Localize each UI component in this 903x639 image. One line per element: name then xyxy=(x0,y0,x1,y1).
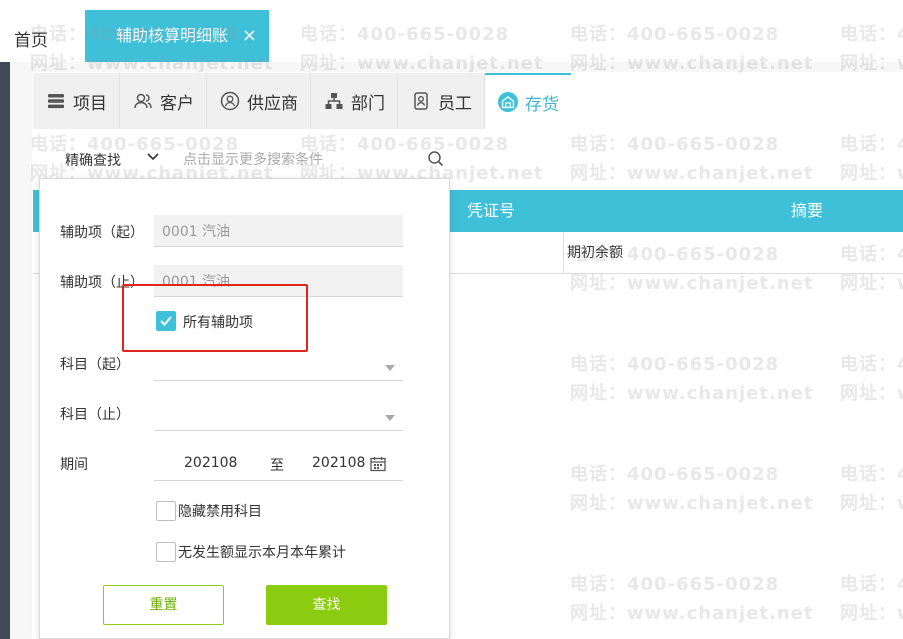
org-icon xyxy=(323,90,345,112)
aux-to-field[interactable] xyxy=(154,265,403,297)
period-from[interactable]: 202108 xyxy=(184,455,237,471)
all-aux-label: 所有辅助项 xyxy=(183,315,253,331)
hide-disabled-label: 隐藏禁用科目 xyxy=(178,504,262,520)
subject-from-label: 科目（起） xyxy=(60,357,130,373)
caret-down-icon xyxy=(385,359,395,375)
hide-disabled-checkbox[interactable] xyxy=(156,501,176,521)
tab-customer[interactable]: 客户 xyxy=(120,73,207,129)
tab-label: 客户 xyxy=(160,93,194,114)
list-icon xyxy=(45,90,67,112)
cell-summary: 期初余额 xyxy=(567,245,623,261)
warehouse-icon xyxy=(497,91,519,113)
col-voucher-no[interactable]: 凭证号 xyxy=(467,190,515,232)
tab-label: 存货 xyxy=(525,94,559,115)
search-input[interactable] xyxy=(183,148,423,172)
column-divider xyxy=(563,232,564,274)
tab-employee[interactable]: 员工 xyxy=(398,73,485,129)
tab-label: 部门 xyxy=(351,93,385,114)
period-label: 期间 xyxy=(60,457,88,473)
show-no-amount-label: 无发生额显示本月本年累计 xyxy=(178,545,346,561)
close-icon[interactable]: × xyxy=(242,10,257,62)
subject-to-select[interactable] xyxy=(154,397,403,431)
tab-label: 项目 xyxy=(73,93,107,114)
tab-department[interactable]: 部门 xyxy=(311,73,398,129)
all-aux-checkbox[interactable] xyxy=(156,311,176,331)
chevron-down-icon[interactable] xyxy=(145,148,161,168)
subject-from-row: 科目（起） xyxy=(40,343,451,383)
aux-to-label: 辅助项（止） xyxy=(60,275,144,291)
aux-from-label: 辅助项（起） xyxy=(60,225,144,241)
period-separator: 至 xyxy=(270,458,284,474)
supplier-icon xyxy=(219,90,241,112)
tab-project[interactable]: 项目 xyxy=(33,73,120,129)
users-icon xyxy=(132,90,154,112)
category-tabs: 项目 客户 供应商 部门 员工 存货 xyxy=(33,73,571,129)
col-summary[interactable]: 摘要 xyxy=(791,190,823,232)
left-strip xyxy=(0,62,10,639)
search-row: 精确查找 xyxy=(33,140,453,180)
period-range[interactable]: 202108 至 202108 xyxy=(154,447,403,481)
aux-from-field[interactable] xyxy=(154,215,403,247)
subject-from-select[interactable] xyxy=(154,347,403,381)
top-tab-bar: 首页 辅助核算明细账 × xyxy=(0,0,903,62)
search-mode-select[interactable]: 精确查找 xyxy=(65,150,121,170)
check-icon xyxy=(160,316,172,326)
period-to[interactable]: 202108 xyxy=(312,455,365,471)
filter-popup: 辅助项（起） 辅助项（止） 所有辅助项 科目（起） 科目（止） 期间 20210… xyxy=(39,178,450,639)
calendar-icon[interactable] xyxy=(370,456,386,476)
reset-button[interactable]: 重置 xyxy=(103,585,224,625)
search-icon[interactable] xyxy=(427,150,445,172)
find-button[interactable]: 查找 xyxy=(266,585,387,625)
tab-home[interactable]: 首页 xyxy=(14,26,48,51)
tab-label: 供应商 xyxy=(247,93,298,114)
tab-title: 辅助核算明细账 xyxy=(116,26,229,45)
aux-to-row: 辅助项（止） xyxy=(40,261,451,301)
caret-down-icon xyxy=(385,409,395,425)
tab-aux-detail-ledger[interactable]: 辅助核算明细账 × xyxy=(85,10,269,62)
tab-inventory[interactable]: 存货 xyxy=(485,73,571,129)
period-row: 期间 202108 至 202108 xyxy=(40,443,451,483)
aux-from-row: 辅助项（起） xyxy=(40,211,451,251)
badge-icon xyxy=(410,90,432,112)
tab-supplier[interactable]: 供应商 xyxy=(207,73,311,129)
subject-to-label: 科目（止） xyxy=(60,407,130,423)
tab-label: 员工 xyxy=(438,93,472,114)
subject-to-row: 科目（止） xyxy=(40,393,451,433)
show-no-amount-checkbox[interactable] xyxy=(156,542,176,562)
